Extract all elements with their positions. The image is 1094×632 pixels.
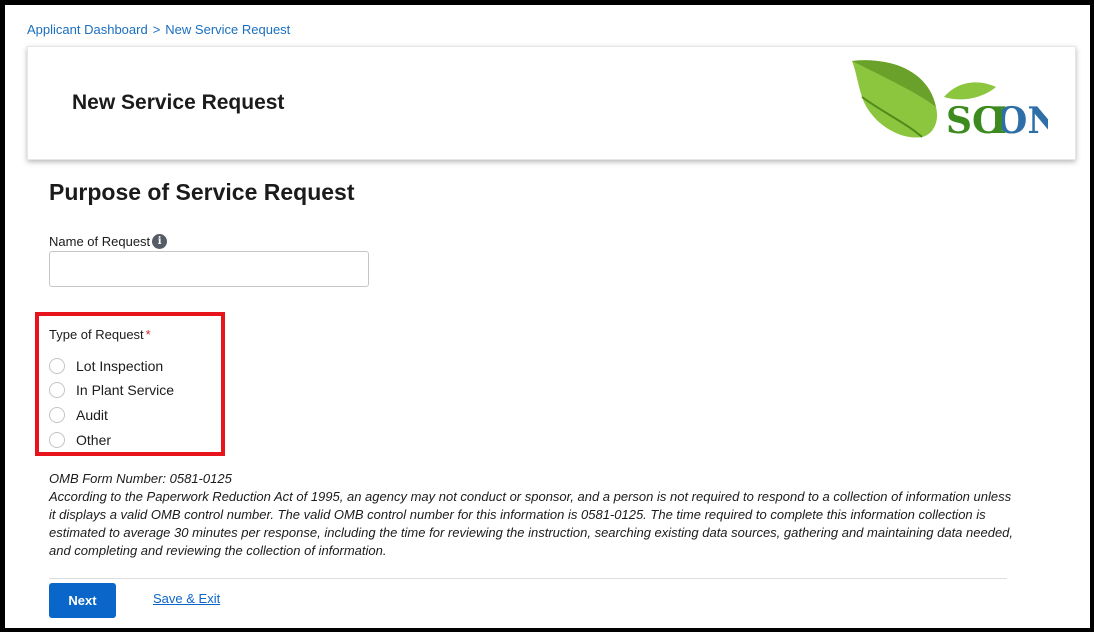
section-title: Purpose of Service Request bbox=[49, 179, 355, 205]
breadcrumb-applicant-dashboard[interactable]: Applicant Dashboard bbox=[27, 22, 148, 37]
scion-logo: SC ON I bbox=[852, 60, 1048, 141]
radio-button[interactable] bbox=[49, 407, 65, 423]
radio-audit[interactable]: Audit bbox=[49, 405, 108, 425]
radio-button[interactable] bbox=[49, 382, 65, 398]
type-label-text: Type of Request bbox=[49, 327, 144, 342]
breadcrumb-current: New Service Request bbox=[165, 22, 291, 37]
omb-paperwork-notice: According to the Paperwork Reduction Act… bbox=[49, 489, 1014, 558]
page-title: New Service Request bbox=[72, 91, 285, 114]
divider bbox=[49, 578, 1007, 579]
radio-lot-inspection[interactable]: Lot Inspection bbox=[49, 356, 163, 376]
breadcrumb: Applicant Dashboard > New Service Request bbox=[27, 22, 290, 37]
logo-text-i: I bbox=[990, 100, 1007, 141]
type-of-request-label: Type of Request * bbox=[49, 327, 151, 342]
radio-label: In Plant Service bbox=[76, 382, 175, 398]
name-of-request-label: Name of Request i bbox=[49, 234, 168, 249]
radio-label: Lot Inspection bbox=[76, 358, 164, 374]
omb-notice: OMB Form Number: 0581-0125 According to … bbox=[49, 470, 1019, 560]
save-and-exit-link[interactable]: Save & Exit bbox=[153, 591, 220, 606]
radio-button[interactable] bbox=[49, 432, 65, 448]
next-button[interactable]: Next bbox=[49, 583, 116, 618]
radio-in-plant-service[interactable]: In Plant Service bbox=[49, 380, 174, 400]
radio-other[interactable]: Other bbox=[49, 430, 111, 450]
breadcrumb-separator: > bbox=[152, 22, 161, 37]
name-label-text: Name of Request bbox=[49, 234, 151, 249]
header-card: New Service Request SC ON I bbox=[27, 46, 1076, 160]
name-of-request-input[interactable] bbox=[49, 251, 369, 287]
required-marker: * bbox=[145, 327, 151, 342]
omb-form-number: OMB Form Number: 0581-0125 bbox=[49, 471, 232, 486]
radio-button[interactable] bbox=[49, 358, 65, 374]
info-icon[interactable]: i bbox=[152, 234, 168, 249]
radio-label: Other bbox=[76, 432, 112, 448]
radio-label: Audit bbox=[76, 407, 108, 423]
page-frame: Applicant Dashboard > New Service Request … bbox=[5, 5, 1090, 628]
